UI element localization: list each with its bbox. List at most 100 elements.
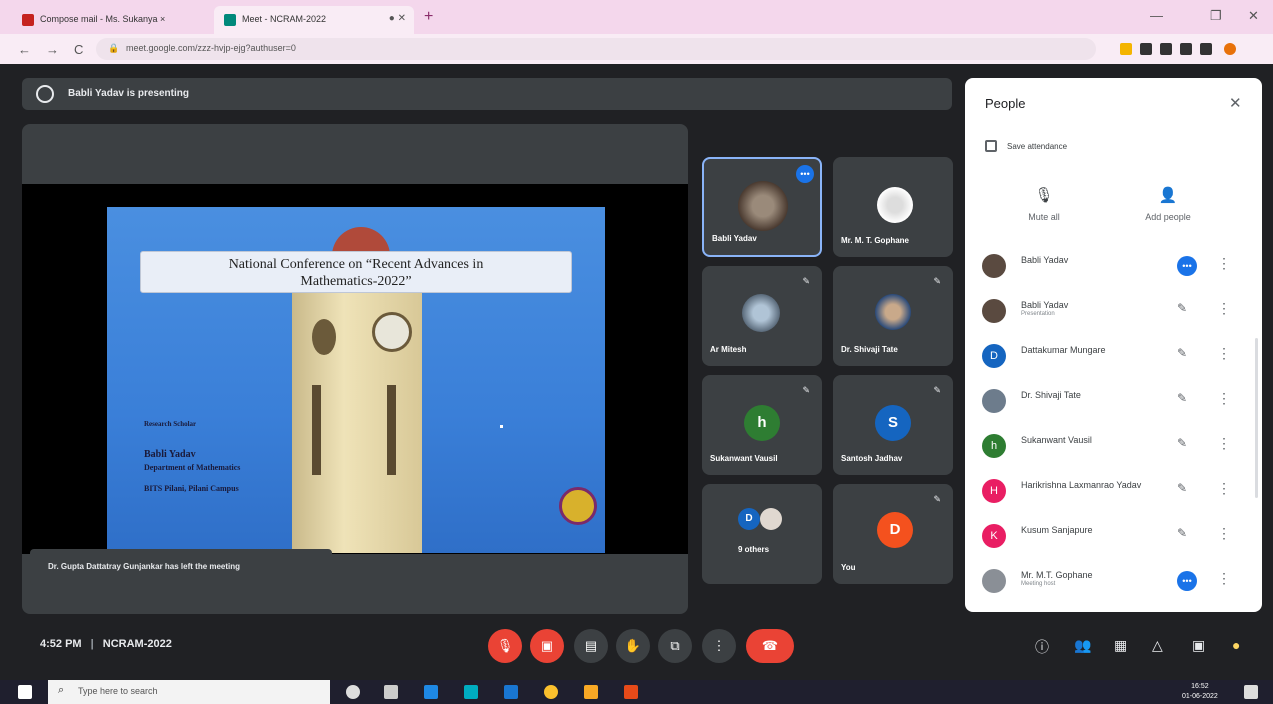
slide-title: National Conference on “Recent Advances …	[140, 251, 572, 293]
participant-photo	[875, 294, 911, 330]
more-options-icon[interactable]: ⋮	[1217, 525, 1231, 542]
participant-tile[interactable]: ••• Babli Yadav	[702, 157, 822, 257]
participant-row[interactable]: Dr. Shivaji Tate ✎ ⋮	[965, 380, 1255, 425]
more-options-icon[interactable]: ⋮	[1217, 300, 1231, 317]
participant-row[interactable]: Babli Yadav Presentation ✎ ⋮	[965, 290, 1255, 335]
mic-off-icon: ✎	[1177, 481, 1188, 495]
notifications-icon[interactable]	[1244, 685, 1258, 699]
participant-tile[interactable]: ✎ Ar Mitesh	[702, 266, 822, 366]
participant-avatar: H	[982, 479, 1006, 503]
mute-all-button[interactable]: 🎙 Mute all	[999, 186, 1089, 222]
participant-tile[interactable]: ✎ S Santosh Jadhav	[833, 375, 953, 475]
participant-tile-others[interactable]: D 9 others	[702, 484, 822, 584]
participant-tile[interactable]: ✎ h Sukanwant Vausil	[702, 375, 822, 475]
profile-avatar[interactable]	[1224, 43, 1236, 55]
people-icon[interactable]: 👥	[1074, 637, 1091, 654]
participant-name: Sukanwant Vausil	[710, 454, 778, 463]
folder-icon[interactable]	[584, 685, 598, 699]
mic-toggle-button[interactable]: 🎙	[488, 629, 522, 663]
participant-row[interactable]: Mr. M.T. Gophane Meeting host ••• ⋮	[965, 560, 1255, 605]
more-options-icon[interactable]: ⋮	[1217, 480, 1231, 497]
mic-off-icon: ✎	[1177, 436, 1188, 450]
participant-avatar: S	[875, 405, 911, 441]
participant-row[interactable]: H Harikrishna Laxmanrao Yadav ✎ ⋮	[965, 470, 1255, 515]
participant-row[interactable]: K Kusum Sanjapure ✎ ⋮	[965, 515, 1255, 560]
raise-hand-button[interactable]: ✋	[616, 629, 650, 663]
participant-name: 9 others	[738, 545, 770, 554]
lock-icon: 🔒	[108, 43, 120, 53]
panel-scrollbar[interactable]	[1255, 338, 1258, 498]
participant-name: Sukanwant Vausil	[1021, 435, 1092, 445]
participant-name: Dattakumar Mungare	[1021, 345, 1106, 355]
mic-off-icon: ✎	[802, 385, 810, 395]
chat-icon[interactable]: ▦	[1114, 637, 1127, 654]
camera-toggle-button[interactable]: ▣	[530, 629, 564, 663]
restore-button[interactable]: ❐	[1210, 8, 1222, 24]
add-people-button[interactable]: 👤 Add people	[1123, 186, 1213, 222]
present-button[interactable]: ⧉	[658, 629, 692, 663]
tab-compose-mail[interactable]: Compose mail - Ms. Sukanya ×	[12, 6, 214, 34]
activities-icon[interactable]: △	[1152, 637, 1163, 654]
participant-name: Babli Yadav	[712, 234, 757, 243]
extension-icon[interactable]	[1140, 43, 1152, 55]
taskbar-search-input[interactable]: ⌕ Type here to search	[48, 680, 330, 704]
extension-icon[interactable]	[1200, 43, 1212, 55]
participant-avatar	[982, 299, 1006, 323]
more-options-icon[interactable]: ⋮	[1217, 570, 1231, 587]
more-options-icon[interactable]: ⋮	[1217, 390, 1231, 407]
gmail-icon	[22, 14, 34, 26]
minimize-button[interactable]: —	[1150, 8, 1163, 23]
cursor-dot	[500, 425, 503, 428]
save-attendance-button[interactable]: Save attendance	[1007, 142, 1067, 151]
new-tab-button[interactable]: +	[424, 8, 433, 26]
tab-meet[interactable]: Meet - NCRAM-2022 ● ✕	[214, 6, 414, 34]
meeting-time: 4:52 PM	[40, 638, 82, 650]
taskbar-clock[interactable]: 16:52 01-06-2022	[1182, 682, 1218, 702]
reload-button[interactable]: C	[74, 42, 83, 57]
url-input[interactable]: 🔒 meet.google.com/zzz-hvjp-ejg?authuser=…	[96, 38, 1096, 60]
tower-window	[312, 385, 321, 475]
meeting-details-icon[interactable]: ⓘ	[1035, 637, 1049, 657]
windows-start-icon[interactable]	[18, 685, 32, 699]
more-options-button[interactable]: ⋮	[702, 629, 736, 663]
participant-tile[interactable]: Mr. M. T. Gophane	[833, 157, 953, 257]
powerpoint-icon[interactable]	[624, 685, 638, 699]
participant-row[interactable]: D Dattakumar Mungare ✎ ⋮	[965, 335, 1255, 380]
presenting-banner: Babli Yadav is presenting	[22, 78, 952, 110]
participant-tile-self[interactable]: ✎ D You	[833, 484, 953, 584]
file-explorer-icon[interactable]	[424, 685, 438, 699]
back-button[interactable]: ←	[18, 42, 31, 57]
others-avatar: D	[738, 508, 760, 530]
participant-photo	[742, 294, 780, 332]
more-options-icon[interactable]: ⋮	[1217, 435, 1231, 452]
extension-icon[interactable]	[1120, 43, 1132, 55]
address-bar-row: ← → C 🔒 meet.google.com/zzz-hvjp-ejg?aut…	[0, 34, 1273, 64]
edge-icon[interactable]	[464, 685, 478, 699]
more-options-icon[interactable]: ⋮	[1217, 255, 1231, 272]
task-view-icon[interactable]	[384, 685, 398, 699]
close-window-button[interactable]: ✕	[1248, 8, 1259, 24]
extension-icon[interactable]	[1180, 43, 1192, 55]
extension-icon[interactable]	[1160, 43, 1172, 55]
participant-avatar: K	[982, 524, 1006, 548]
participant-row[interactable]: Babli Yadav ••• ⋮	[965, 245, 1255, 290]
participant-avatar	[982, 569, 1006, 593]
meeting-code: NCRAM-2022	[102, 638, 172, 650]
leave-call-button[interactable]: ☎	[746, 629, 794, 663]
shared-slide: National Conference on “Recent Advances …	[107, 207, 605, 553]
participant-avatar	[982, 389, 1006, 413]
lock-meeting-icon[interactable]: ▣	[1192, 637, 1205, 654]
participant-avatar	[982, 254, 1006, 278]
close-tab-icon[interactable]: ● ✕	[389, 13, 406, 24]
tower-window	[312, 319, 336, 355]
forward-button[interactable]: →	[46, 42, 59, 57]
participant-tile[interactable]: ✎ Dr. Shivaji Tate	[833, 266, 953, 366]
captions-button[interactable]: ▤	[574, 629, 608, 663]
close-panel-button[interactable]: ✕	[1229, 94, 1242, 112]
mail-icon[interactable]	[504, 685, 518, 699]
participant-row[interactable]: h Sukanwant Vausil ✎ ⋮	[965, 425, 1255, 470]
host-controls-icon[interactable]: ●	[1232, 637, 1240, 653]
chrome-icon[interactable]	[544, 685, 558, 699]
more-options-icon[interactable]: ⋮	[1217, 345, 1231, 362]
cortana-icon[interactable]	[346, 685, 360, 699]
